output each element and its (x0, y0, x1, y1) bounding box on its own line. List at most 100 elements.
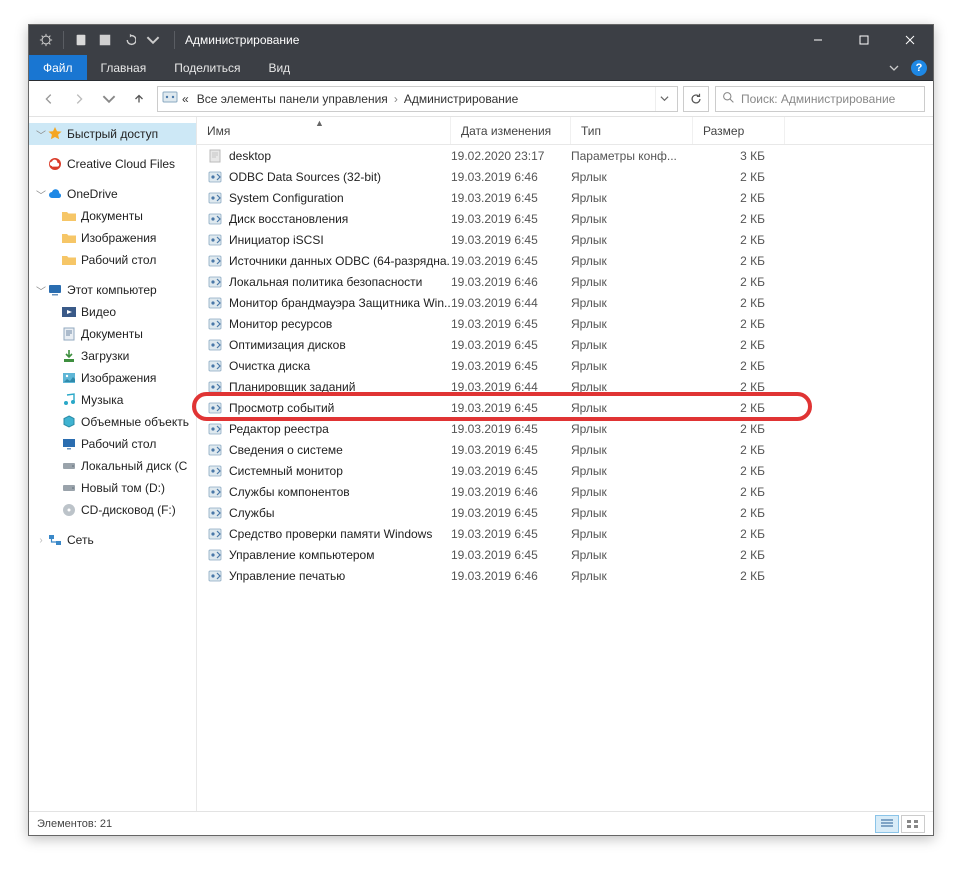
nav-recent-dropdown[interactable] (97, 87, 121, 111)
file-row[interactable]: Средство проверки памяти Windows19.03.20… (197, 523, 933, 544)
help-button[interactable]: ? (905, 55, 933, 80)
file-row[interactable]: Управление печатью19.03.2019 6:46Ярлык2 … (197, 565, 933, 586)
sidebar-item-3d[interactable]: Объемные объекть (29, 411, 196, 433)
file-size: 2 КБ (693, 464, 775, 478)
file-type: Ярлык (571, 464, 693, 478)
sidebar-item-downloads[interactable]: Загрузки (29, 345, 196, 367)
file-row[interactable]: desktop19.02.2020 23:17Параметры конф...… (197, 145, 933, 166)
tab-share[interactable]: Поделиться (160, 55, 254, 80)
navigation-pane[interactable]: ﹀ Быстрый доступ Creative Cloud Files ﹀ … (29, 117, 197, 811)
sidebar-item-label: Новый том (D:) (81, 481, 165, 495)
qat-undo-icon[interactable] (118, 29, 140, 51)
tab-file[interactable]: Файл (29, 55, 87, 80)
file-rows-container[interactable]: desktop19.02.2020 23:17Параметры конф...… (197, 145, 933, 811)
sidebar-item-local-c[interactable]: Локальный диск (C (29, 455, 196, 477)
search-input[interactable] (741, 92, 918, 106)
sidebar-item-videos[interactable]: Видео (29, 301, 196, 323)
qat-properties-icon[interactable] (70, 29, 92, 51)
maximize-button[interactable] (841, 25, 887, 55)
file-row[interactable]: Диск восстановления19.03.2019 6:45Ярлык2… (197, 208, 933, 229)
file-row[interactable]: Управление компьютером19.03.2019 6:45Ярл… (197, 544, 933, 565)
file-row[interactable]: Сведения о системе19.03.2019 6:45Ярлык2 … (197, 439, 933, 460)
video-icon (61, 304, 77, 320)
explorer-window: Администрирование Файл Главная Поделитьс… (28, 24, 934, 836)
file-row[interactable]: Службы19.03.2019 6:45Ярлык2 КБ (197, 502, 933, 523)
sidebar-item-creative-cloud[interactable]: Creative Cloud Files (29, 153, 196, 175)
file-icon (207, 547, 223, 563)
file-row[interactable]: Системный монитор19.03.2019 6:45Ярлык2 К… (197, 460, 933, 481)
file-size: 2 КБ (693, 296, 775, 310)
file-row[interactable]: Службы компонентов19.03.2019 6:46Ярлык2 … (197, 481, 933, 502)
file-row[interactable]: Редактор реестра19.03.2019 6:45Ярлык2 КБ (197, 418, 933, 439)
qat-tools-icon[interactable] (35, 29, 57, 51)
close-button[interactable] (887, 25, 933, 55)
file-name: Источники данных ODBC (64-разрядна... (229, 254, 451, 268)
address-bar[interactable]: « Все элементы панели управления › Админ… (157, 86, 678, 112)
qat-new-folder-icon[interactable] (94, 29, 116, 51)
tab-home[interactable]: Главная (87, 55, 161, 80)
file-row[interactable]: Просмотр событий19.03.2019 6:45Ярлык2 КБ (197, 397, 933, 418)
tab-view[interactable]: Вид (254, 55, 304, 80)
file-size: 2 КБ (693, 338, 775, 352)
refresh-button[interactable] (683, 86, 709, 112)
nav-forward-button[interactable] (67, 87, 91, 111)
file-date: 19.03.2019 6:45 (451, 401, 571, 415)
help-icon: ? (911, 60, 927, 76)
view-large-icons-button[interactable] (901, 815, 925, 833)
sidebar-item-desktop[interactable]: Рабочий стол (29, 433, 196, 455)
title-bar[interactable]: Администрирование (29, 25, 933, 55)
file-size: 2 КБ (693, 422, 775, 436)
sidebar-item-onedrive-images[interactable]: Изображения (29, 227, 196, 249)
file-name: Управление печатью (229, 569, 345, 583)
cube-icon (61, 414, 77, 430)
ribbon-expand-icon[interactable] (883, 55, 905, 80)
file-row[interactable]: Инициатор iSCSI19.03.2019 6:45Ярлык2 КБ (197, 229, 933, 250)
search-box[interactable] (715, 86, 925, 112)
sidebar-item-onedrive-docs[interactable]: Документы (29, 205, 196, 227)
minimize-button[interactable] (795, 25, 841, 55)
sidebar-item-cd-f[interactable]: CD-дисковод (F:) (29, 499, 196, 521)
disk-icon (61, 458, 77, 474)
sidebar-item-network[interactable]: › Сеть (29, 529, 196, 551)
file-row[interactable]: Очистка диска19.03.2019 6:45Ярлык2 КБ (197, 355, 933, 376)
sidebar-item-documents[interactable]: Документы (29, 323, 196, 345)
file-name: Службы компонентов (229, 485, 350, 499)
file-row[interactable]: ODBC Data Sources (32-bit)19.03.2019 6:4… (197, 166, 933, 187)
view-details-button[interactable] (875, 815, 899, 833)
breadcrumb-item-1[interactable]: Все элементы панели управления (193, 92, 392, 106)
sidebar-item-pictures[interactable]: Изображения (29, 367, 196, 389)
qat-dropdown-icon[interactable] (142, 29, 164, 51)
column-date[interactable]: Дата изменения (451, 117, 571, 144)
network-icon (47, 532, 63, 548)
file-row[interactable]: System Configuration19.03.2019 6:45Ярлык… (197, 187, 933, 208)
file-row[interactable]: Монитор ресурсов19.03.2019 6:45Ярлык2 КБ (197, 313, 933, 334)
file-row[interactable]: Локальная политика безопасности19.03.201… (197, 271, 933, 292)
sidebar-item-this-pc[interactable]: ﹀ Этот компьютер (29, 279, 196, 301)
cloud-icon (47, 186, 63, 202)
sidebar-item-onedrive-desktop[interactable]: Рабочий стол (29, 249, 196, 271)
sidebar-item-new-vol-d[interactable]: Новый том (D:) (29, 477, 196, 499)
address-dropdown-icon[interactable] (655, 87, 673, 111)
picture-icon (61, 370, 77, 386)
nav-back-button[interactable] (37, 87, 61, 111)
column-size[interactable]: Размер (693, 117, 785, 144)
file-row[interactable]: Планировщик заданий19.03.2019 6:44Ярлык2… (197, 376, 933, 397)
file-row[interactable]: Источники данных ODBC (64-разрядна...19.… (197, 250, 933, 271)
file-name: Оптимизация дисков (229, 338, 346, 352)
sidebar-item-onedrive[interactable]: ﹀ OneDrive (29, 183, 196, 205)
breadcrumb-item-2[interactable]: Администрирование (400, 92, 522, 106)
column-name[interactable]: Имя (197, 117, 451, 144)
chevron-right-icon[interactable]: › (392, 92, 400, 106)
file-date: 19.03.2019 6:45 (451, 212, 571, 226)
file-size: 2 КБ (693, 443, 775, 457)
sidebar-item-music[interactable]: Музыка (29, 389, 196, 411)
nav-up-button[interactable] (127, 87, 151, 111)
file-row[interactable]: Оптимизация дисков19.03.2019 6:45Ярлык2 … (197, 334, 933, 355)
file-size: 2 КБ (693, 506, 775, 520)
sidebar-item-quick-access[interactable]: ﹀ Быстрый доступ (29, 123, 196, 145)
file-row[interactable]: Монитор брандмауэра Защитника Win...19.0… (197, 292, 933, 313)
sidebar-item-label: Музыка (81, 393, 123, 407)
control-panel-icon (162, 89, 178, 108)
column-type[interactable]: Тип (571, 117, 693, 144)
sidebar-item-label: Creative Cloud Files (67, 157, 175, 171)
